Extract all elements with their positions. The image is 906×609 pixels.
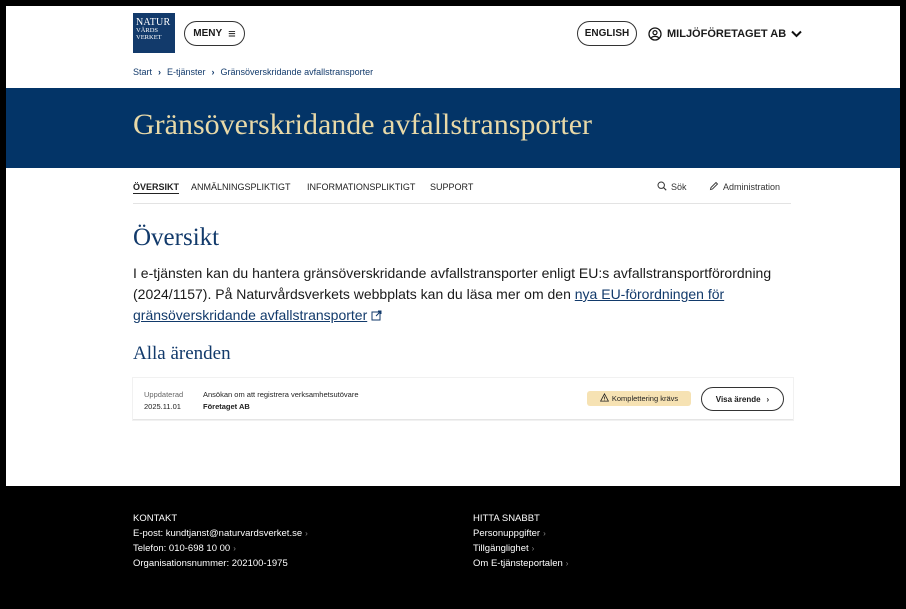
- page: NATUR VÅRDS VERKET MENY ≡ ENGLISH MILJÖF…: [6, 6, 900, 603]
- chevron-down-icon: [791, 30, 802, 38]
- search-icon: [657, 181, 667, 193]
- case-company: Företaget AB: [203, 402, 250, 411]
- footer-contact-heading: KONTAKT: [133, 513, 178, 524]
- footer-phone-link[interactable]: Telefon: 010-698 10 00 ›: [133, 541, 308, 556]
- intro-paragraph: I e-tjänsten kan du hantera gränsöverskr…: [133, 263, 803, 327]
- footer-email-text: E-post: kundtjanst@naturvardsverket.se: [133, 528, 303, 539]
- footer-link-text: Personuppgifter: [473, 528, 541, 539]
- search-link[interactable]: Sök: [657, 181, 687, 193]
- footer-link-om-portalen[interactable]: Om E-tjänsteportalen ›: [473, 556, 568, 571]
- tab-oversikt[interactable]: ÖVERSIKT: [133, 182, 179, 192]
- footer-link-text: Tillgänglighet: [473, 543, 529, 554]
- footer-link-personuppgifter[interactable]: Personuppgifter ›: [473, 526, 568, 541]
- menu-label: MENY: [193, 28, 223, 39]
- breadcrumb: Start › E-tjänster › Gränsöverskridande …: [133, 67, 373, 77]
- external-link-icon: [371, 306, 382, 327]
- tab-anmalningspliktigt[interactable]: ANMÄLNINGSPLIKTIGT: [191, 182, 291, 192]
- user-icon: [648, 26, 662, 41]
- footer-contact: KONTAKT E-post: kundtjanst@naturvardsver…: [133, 511, 308, 571]
- breadcrumb-e-tjanster[interactable]: E-tjänster: [167, 67, 206, 77]
- view-case-button[interactable]: Visa ärende ›: [701, 387, 784, 411]
- chevron-right-icon: ›: [531, 544, 535, 553]
- logo-line-2: VÅRDS: [136, 27, 159, 34]
- footer-org-number: Organisationsnummer: 202100-1975: [133, 558, 288, 569]
- updated-date: 2025.11.01: [144, 402, 181, 411]
- page-title: Gränsöverskridande avfallstransporter: [133, 108, 592, 141]
- tab-support[interactable]: SUPPORT: [430, 182, 473, 192]
- footer-quick-heading: HITTA SNABBT: [473, 513, 540, 524]
- administration-link[interactable]: Administration: [709, 181, 780, 193]
- top-bar: NATUR VÅRDS VERKET MENY ≡ ENGLISH MILJÖF…: [6, 6, 900, 88]
- warning-icon: [599, 393, 609, 404]
- account-menu[interactable]: MILJÖFÖRETAGET AB: [648, 21, 802, 46]
- tab-informationspliktigt[interactable]: INFORMATIONSPLIKTIGT: [307, 182, 415, 192]
- naturvardsverket-logo[interactable]: NATUR VÅRDS VERKET: [133, 13, 175, 53]
- hamburger-icon: ≡: [228, 25, 236, 41]
- status-badge: Komplettering krävs: [587, 391, 691, 406]
- search-label: Sök: [671, 182, 687, 192]
- hero-banner: Gränsöverskridande avfallstransporter: [6, 88, 900, 168]
- chevron-right-icon: ›: [543, 529, 546, 538]
- all-cases-heading: Alla ärenden: [133, 343, 231, 364]
- case-row: Uppdaterad 2025.11.01 Ansökan om att reg…: [133, 378, 793, 420]
- footer-link-text: Om E-tjänsteportalen: [473, 558, 563, 569]
- footer-email-link[interactable]: E-post: kundtjanst@naturvardsverket.se ›: [133, 526, 308, 541]
- footer-link-tillganglighet[interactable]: Tillgänglighet ›: [473, 541, 568, 556]
- breadcrumb-start[interactable]: Start: [133, 67, 152, 77]
- account-label: MILJÖFÖRETAGET AB: [667, 27, 787, 40]
- english-label: ENGLISH: [584, 28, 630, 39]
- breadcrumb-current[interactable]: Gränsöverskridande avfallstransporter: [221, 67, 374, 77]
- chevron-right-icon: ›: [565, 559, 569, 568]
- english-button[interactable]: ENGLISH: [577, 21, 637, 46]
- pencil-icon: [709, 181, 719, 193]
- chevron-right-icon: ›: [211, 67, 215, 77]
- chevron-right-icon: ›: [305, 529, 308, 538]
- updated-label: Uppdaterad: [144, 390, 184, 399]
- logo-line-3: VERKET: [136, 34, 162, 41]
- menu-button[interactable]: MENY ≡: [184, 21, 245, 46]
- logo-line-1: NATUR: [136, 17, 171, 28]
- sub-navigation: ÖVERSIKT ANMÄLNINGSPLIKTIGT INFORMATIONS…: [133, 178, 791, 204]
- administration-label: Administration: [723, 182, 781, 192]
- footer-quick-links: HITTA SNABBT Personuppgifter › Tillgängli…: [473, 511, 568, 571]
- chevron-right-icon: ›: [158, 67, 162, 77]
- status-text: Komplettering krävs: [611, 394, 679, 403]
- overview-heading: Översikt: [133, 224, 220, 251]
- case-title: Ansökan om att registrera verksamhetsutö…: [203, 390, 359, 399]
- chevron-right-icon: ›: [233, 544, 236, 553]
- footer: KONTAKT E-post: kundtjanst@naturvardsver…: [6, 486, 900, 603]
- footer-phone-text: Telefon: 010-698 10 00: [133, 543, 231, 554]
- view-case-label: Visa ärende: [715, 394, 761, 404]
- chevron-right-icon: ›: [766, 394, 770, 404]
